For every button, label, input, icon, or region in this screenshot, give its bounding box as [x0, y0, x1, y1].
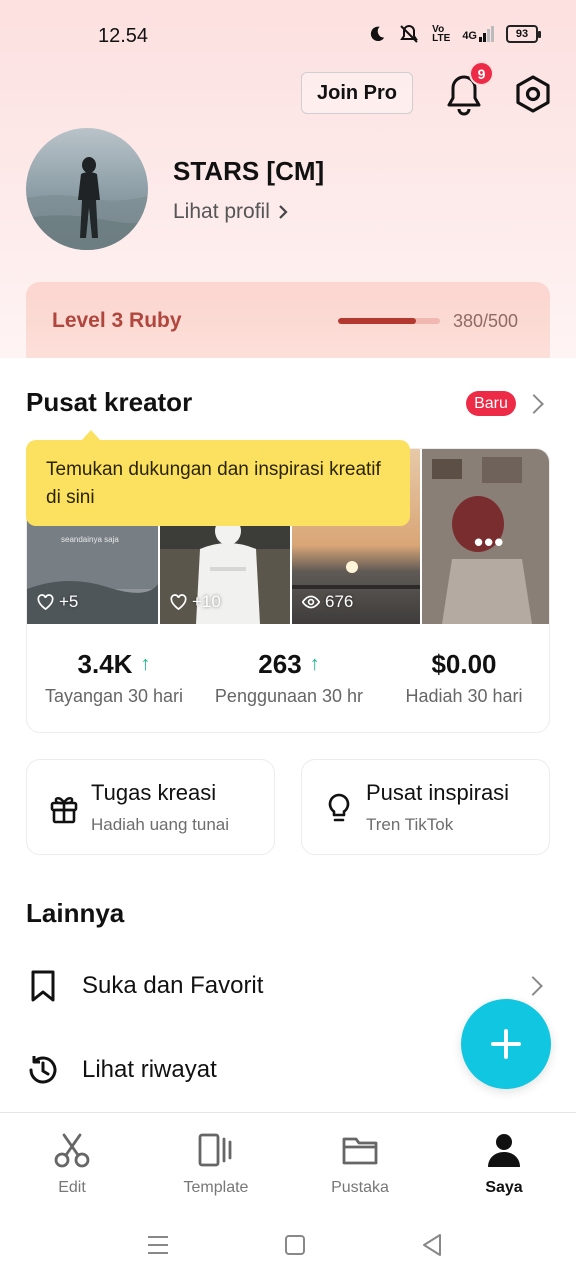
- system-navigation-bar: [0, 1208, 576, 1280]
- template-icon: [198, 1133, 232, 1167]
- creator-center-tooltip[interactable]: Temukan dukungan dan inspirasi kreatif d…: [26, 430, 410, 526]
- stat-label: Penggunaan 30 hr: [214, 686, 364, 706]
- avatar[interactable]: [26, 128, 148, 250]
- list-item-label: Suka dan Favorit: [82, 972, 264, 999]
- signal-icon: [479, 26, 494, 42]
- likes-and-favorites-item[interactable]: Suka dan Favorit: [26, 964, 550, 1008]
- history-icon: [29, 1056, 57, 1084]
- level-card[interactable]: Level 3 Ruby 380/500: [26, 282, 550, 368]
- home-icon[interactable]: [280, 1230, 310, 1260]
- tab-library[interactable]: Pustaka: [300, 1131, 420, 1197]
- level-label: Level 3 Ruby: [52, 309, 182, 332]
- scissors-icon: [54, 1133, 90, 1168]
- level-progress-bar: [338, 318, 440, 324]
- creation-tasks-card[interactable]: Tugas kreasi Hadiah uang tunai: [26, 759, 275, 855]
- folder-icon: [342, 1137, 378, 1165]
- card-title: Pusat inspirasi: [366, 780, 510, 805]
- network-indicator: 4G: [462, 26, 494, 42]
- create-project-button[interactable]: [461, 999, 551, 1089]
- mute-icon: [400, 24, 419, 43]
- status-icons: Vo LTE 4G 93: [368, 24, 541, 44]
- list-item-label: Lihat riwayat: [82, 1056, 217, 1083]
- tab-label: Template: [183, 1179, 249, 1196]
- card-subtitle: Hadiah uang tunai: [91, 815, 230, 834]
- tab-label: Edit: [58, 1179, 86, 1196]
- volte-icon: Vo LTE: [432, 24, 451, 44]
- eye-icon: [302, 595, 320, 609]
- more-section-title: Lainnya: [26, 898, 125, 928]
- bookmark-icon: [31, 970, 55, 1002]
- stat-label: Tayangan 30 hari: [44, 686, 184, 706]
- moon-icon: [371, 26, 385, 42]
- thumbnail-stat-value: +10: [192, 592, 221, 611]
- gift-icon: [50, 797, 78, 824]
- heart-icon: [37, 594, 54, 610]
- card-subtitle: Tren TikTok: [366, 815, 454, 834]
- trend-up-icon: ↑: [309, 653, 320, 675]
- person-icon: [488, 1134, 520, 1167]
- tab-profile[interactable]: Saya: [444, 1131, 564, 1197]
- thumbnail-stat: +10: [170, 592, 221, 612]
- back-icon[interactable]: [418, 1230, 448, 1260]
- tab-template[interactable]: Template: [156, 1131, 276, 1197]
- stat-value: 3.4K: [77, 649, 133, 679]
- card-title: Tugas kreasi: [91, 780, 217, 805]
- network-label: 4G: [462, 30, 477, 42]
- avatar-photo: [26, 128, 148, 250]
- stat-value: 263: [258, 649, 302, 679]
- stat-views: 3.4K ↑ Tayangan 30 hari: [27, 649, 201, 707]
- heart-icon: [170, 594, 187, 610]
- thumbnail-stat: 676: [302, 592, 353, 612]
- trend-up-icon: ↑: [140, 653, 151, 675]
- lightbulb-icon: [328, 793, 350, 822]
- bottom-tab-bar: Edit Template Pustaka Saya: [0, 1112, 576, 1208]
- tab-edit[interactable]: Edit: [12, 1131, 132, 1197]
- stat-usage: 263 ↑ Penggunaan 30 hr: [203, 649, 375, 707]
- view-profile-link[interactable]: Lihat profil: [173, 200, 288, 224]
- new-badge: Baru: [466, 391, 516, 416]
- more-icon[interactable]: •••: [474, 527, 504, 558]
- tab-label: Pustaka: [331, 1179, 389, 1196]
- thumbnail-stat-value: +5: [59, 592, 79, 611]
- level-progress-fill: [338, 318, 416, 324]
- tab-label: Saya: [485, 1179, 523, 1196]
- settings-hexagon-icon[interactable]: [514, 74, 552, 114]
- creator-center-title[interactable]: Pusat kreator: [26, 387, 192, 418]
- stat-label: Hadiah 30 hari: [405, 686, 523, 706]
- level-score: 380/500: [453, 311, 519, 331]
- join-pro-button[interactable]: Join Pro: [301, 72, 413, 114]
- video-thumbnail[interactable]: •••: [422, 449, 549, 624]
- chevron-right-icon: [523, 976, 543, 996]
- thumbnail-stat-value: 676: [325, 592, 354, 611]
- chevron-right-icon: [279, 205, 288, 219]
- view-profile-label: Lihat profil: [173, 200, 270, 223]
- notification-badge: 9: [469, 61, 494, 86]
- inspiration-center-card[interactable]: Pusat inspirasi Tren TikTok: [301, 759, 550, 855]
- status-time: 12.54: [98, 25, 149, 47]
- battery-indicator: 93: [506, 25, 541, 43]
- username: STARS [CM]: [173, 156, 325, 186]
- thumbnail-caption: seandainya saja: [61, 535, 119, 544]
- plus-icon: [491, 1029, 521, 1059]
- stat-value: $0.00: [431, 649, 497, 679]
- menu-icon[interactable]: [143, 1230, 173, 1260]
- status-bar: 12.54 Vo LTE 4G 93: [0, 0, 576, 66]
- stat-rewards: $0.00 Hadiah 30 hari: [377, 649, 549, 707]
- thumbnail-stat: +5: [37, 592, 78, 612]
